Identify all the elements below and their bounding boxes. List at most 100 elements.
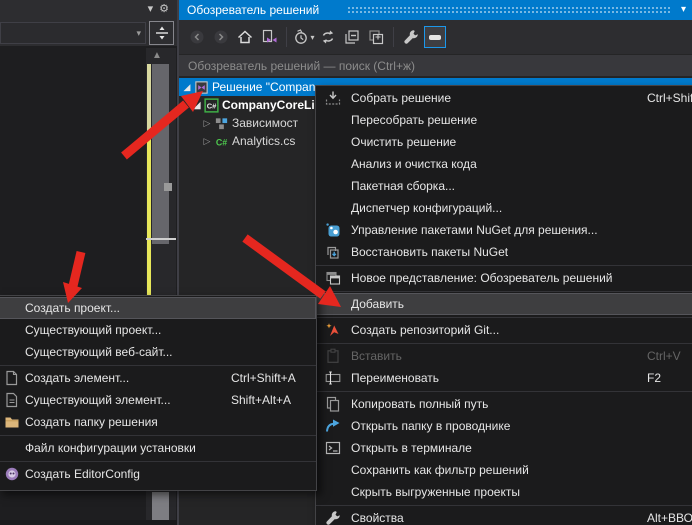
copy-path-icon <box>325 396 341 412</box>
menu-item[interactable]: СвойстваAlt+ВВОД <box>316 507 692 525</box>
menu-item-label: Создать EditorConfig <box>25 467 140 481</box>
show-all-files-icon <box>368 29 384 45</box>
solution-explorer-toolbar: ▾ <box>179 20 692 54</box>
chevron-down-icon[interactable]: ▾ <box>148 4 154 15</box>
navigation-combobox[interactable]: ▾ <box>0 22 146 44</box>
solution-search-input[interactable] <box>179 55 692 76</box>
menu-item-label: Пакетная сборка... <box>351 179 455 193</box>
menu-item-shortcut: Shift+Alt+A <box>231 393 291 407</box>
split-window-icon <box>154 25 170 41</box>
menu-item[interactable]: Анализ и очистка кода <box>316 153 692 175</box>
split-window-button[interactable] <box>149 21 174 45</box>
menu-item-label: Сохранить как фильтр решений <box>351 463 529 477</box>
menu-item-shortcut: Ctrl+Shift+A <box>231 371 296 385</box>
svg-text:C#: C# <box>207 101 217 110</box>
menu-item-label: Диспетчер конфигураций... <box>351 201 502 215</box>
tree-item-label: Зависимост <box>232 116 298 130</box>
title-grip-dots <box>347 6 670 15</box>
expander-collapsed-icon[interactable]: ▷ <box>201 119 213 128</box>
menu-item[interactable]: Диспетчер конфигураций... <box>316 197 692 219</box>
solution-icon <box>194 80 209 95</box>
tree-item-label: Решение "Compan <box>212 80 315 94</box>
menu-item-label: Восстановить пакеты NuGet <box>351 245 508 259</box>
refresh-button[interactable] <box>317 26 339 48</box>
toolbar-separator <box>286 27 287 47</box>
menu-item[interactable]: Открыть в терминале <box>316 437 692 459</box>
menu-item[interactable]: Управление пакетами NuGet для решения... <box>316 219 692 241</box>
menu-separator <box>316 391 692 392</box>
menu-item[interactable]: Пакетная сборка... <box>316 175 692 197</box>
menu-item[interactable]: Собрать решениеCtrl+Shift+B <box>316 87 692 109</box>
open-folder-icon <box>325 418 341 434</box>
panel-title: Обозреватель решений <box>187 3 319 17</box>
csharp-project-icon: C# <box>204 98 219 113</box>
menu-item[interactable]: Копировать полный путь <box>316 393 692 415</box>
menu-item[interactable]: Создать репозиторий Git... <box>316 319 692 341</box>
collapse-all-button[interactable] <box>341 26 363 48</box>
menu-item-label: Управление пакетами NuGet для решения... <box>351 223 598 237</box>
menu-item-shortcut: F2 <box>647 371 661 385</box>
sync-with-active-document-button[interactable] <box>258 26 280 48</box>
menu-item[interactable]: Существующий проект... <box>0 319 316 341</box>
pending-changes-filter-button[interactable]: ▾ <box>293 26 315 48</box>
window-position-chevron-icon[interactable]: ▾ <box>681 4 686 15</box>
menu-item[interactable]: Существующий веб-сайт... <box>0 341 316 363</box>
expander-expanded-icon[interactable]: ◢ <box>191 101 203 110</box>
menu-item-label: Открыть в терминале <box>351 441 472 455</box>
menu-item-label: Существующий элемент... <box>25 393 171 407</box>
menu-item[interactable]: Новое представление: Обозреватель решени… <box>316 267 692 289</box>
scrollbar-up-icon[interactable]: ▲ <box>152 50 162 61</box>
editor-navigation-bar: ▾ <box>0 20 177 46</box>
menu-separator <box>0 365 316 366</box>
preview-selected-items-button[interactable] <box>424 26 446 48</box>
menu-item-label: Анализ и очистка кода <box>351 157 477 171</box>
menu-item[interactable]: Создать EditorConfig <box>0 463 316 485</box>
properties-wrench-button[interactable] <box>400 26 422 48</box>
menu-item-label: Собрать решение <box>351 91 451 105</box>
menu-item-label: Добавить <box>351 297 404 311</box>
menu-item[interactable]: Скрыть выгруженные проекты <box>316 481 692 503</box>
dependencies-icon <box>214 116 229 131</box>
menu-item[interactable]: Создать проект... <box>0 297 316 319</box>
solution-context-menu: Собрать решениеCtrl+Shift+BПересобрать р… <box>315 85 692 525</box>
menu-separator <box>316 291 692 292</box>
menu-item[interactable]: Очистить решение <box>316 131 692 153</box>
menu-item[interactable]: Создать элемент...Ctrl+Shift+A <box>0 367 316 389</box>
forward-button[interactable] <box>210 26 232 48</box>
menu-item-label: Копировать полный путь <box>351 397 488 411</box>
menu-item-label: Скрыть выгруженные проекты <box>351 485 520 499</box>
gear-icon[interactable]: ⚙ <box>159 4 169 15</box>
menu-item[interactable]: Существующий элемент... Shift+Alt+A <box>0 389 316 411</box>
menu-item[interactable]: Файл конфигурации установки <box>0 437 316 459</box>
add-submenu: Создать проект...Существующий проект...С… <box>0 295 317 491</box>
back-button[interactable] <box>186 26 208 48</box>
menu-item-label: Новое представление: Обозреватель решени… <box>351 271 612 285</box>
vs-window: ▾ ⚙ ▾ ▲ <box>0 0 692 525</box>
properties-wrench-icon <box>403 29 419 45</box>
menu-item-label: Вставить <box>351 349 402 363</box>
menu-item[interactable]: Восстановить пакеты NuGet <box>316 241 692 263</box>
menu-item-label: Создать репозиторий Git... <box>351 323 499 337</box>
menu-item[interactable]: Открыть папку в проводнике <box>316 415 692 437</box>
editor-pane-header: ▾ ⚙ <box>0 0 177 18</box>
new-view-icon <box>325 270 341 286</box>
menu-item[interactable]: Пересобрать решение <box>316 109 692 131</box>
solution-explorer-title-bar[interactable]: Обозреватель решений ▾ <box>179 0 692 20</box>
menu-item[interactable]: Сохранить как фильтр решений <box>316 459 692 481</box>
menu-item-label: Открыть папку в проводнике <box>351 419 510 433</box>
show-all-files-button[interactable] <box>365 26 387 48</box>
menu-item-label: Создать папку решения <box>25 415 158 429</box>
menu-item-label: Создать проект... <box>25 301 120 315</box>
menu-item[interactable]: Добавить <box>316 293 692 315</box>
menu-item[interactable]: ПереименоватьF2 <box>316 367 692 389</box>
forward-icon <box>213 29 229 45</box>
expander-collapsed-icon[interactable]: ▷ <box>201 137 213 146</box>
scrollbar-position-line <box>146 238 176 240</box>
menu-item[interactable]: Создать папку решения <box>0 411 316 433</box>
scrollbar-modified-marks <box>147 64 151 140</box>
scrollbar-thumb[interactable] <box>152 64 169 244</box>
preview-selected-items-icon <box>429 35 441 40</box>
scrollbar-thumb-lower[interactable] <box>152 492 169 521</box>
expander-expanded-icon[interactable]: ◢ <box>181 83 193 92</box>
home-button[interactable] <box>234 26 256 48</box>
